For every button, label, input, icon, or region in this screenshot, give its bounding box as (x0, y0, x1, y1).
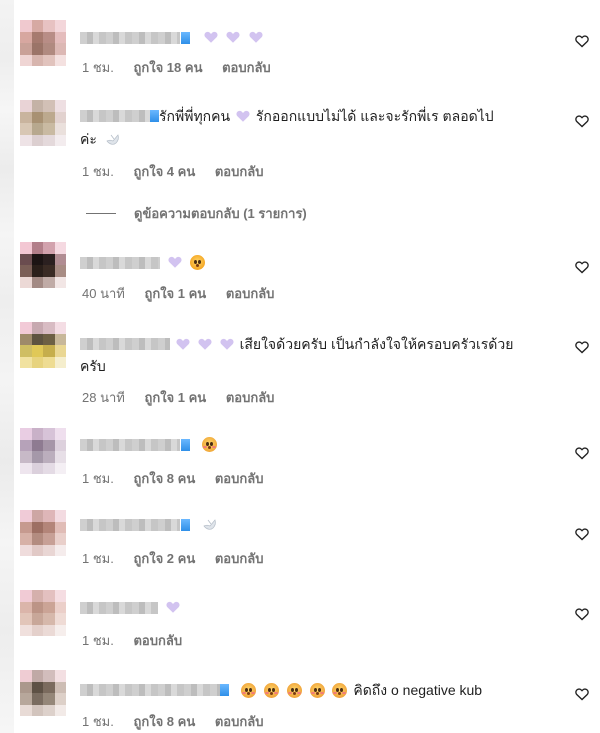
shocked-face-emoji (190, 255, 206, 270)
comment-meta: 1 ชม. ถูกใจ 18 คน ตอบกลับ (82, 57, 287, 78)
avatar[interactable] (20, 510, 66, 556)
flushed-face-emoji (202, 437, 217, 452)
reply-button[interactable]: ตอบกลับ (215, 164, 264, 179)
view-replies-label: ดูข้อความตอบกลับ (1 รายการ) (134, 205, 307, 221)
username[interactable] (80, 601, 182, 615)
purple-heart-emoji (168, 255, 182, 269)
username-blurred (80, 602, 158, 614)
username-blurred[interactable] (80, 684, 220, 696)
comment-time: 1 ชม. (82, 60, 114, 75)
comment-time: 1 ชม. (82, 164, 114, 179)
purple-heart-emoji (166, 600, 180, 614)
avatar[interactable] (20, 428, 66, 474)
purple-heart-emoji (176, 337, 190, 351)
verified-badge-icon (181, 32, 190, 44)
reply-button[interactable]: ตอบกลับ (226, 390, 275, 405)
comment-meta: 1 ชม. ตอบกลับ (82, 630, 198, 651)
pleading-face-emoji (309, 683, 325, 698)
username-blurred (80, 519, 180, 531)
username-blurred[interactable] (80, 110, 150, 122)
comment-text-part: รักพี่พี่ทุกคน (159, 108, 231, 124)
comment-text: คิดถึง o negative kub (80, 679, 482, 701)
purple-heart-emoji (198, 337, 212, 351)
purple-heart-emoji (236, 109, 250, 123)
avatar[interactable] (20, 670, 66, 716)
comment-time: 40 นาที (82, 286, 125, 301)
likes-count[interactable]: ถูกใจ 4 คน (133, 164, 195, 179)
avatar[interactable] (20, 100, 66, 146)
comment-text-part: รักออกแบบไม่ได้ และจะรักพี่เร ตลอดไป (255, 108, 494, 124)
reply-button[interactable]: ตอบกลับ (215, 471, 264, 486)
verified-badge-icon (220, 684, 229, 696)
username-blurred (80, 32, 180, 44)
verified-badge-icon (150, 110, 159, 122)
pleading-face-emoji (240, 683, 256, 698)
reply-button[interactable]: ตอบกลับ (222, 60, 271, 75)
heart-outline-icon[interactable] (574, 259, 590, 275)
comment-text-part: คิดถึง o negative kub (353, 682, 483, 698)
username-blurred (80, 439, 180, 451)
heart-outline-icon[interactable] (574, 113, 590, 129)
purple-heart-emoji (249, 30, 263, 44)
comment-text: รักพี่พี่ทุกคน รักออกแบบไม่ได้ และจะรักพ… (80, 105, 566, 150)
comment-text-part: เสียใจด้วยครับ เป็นกำลังใจให้ครอบครัวเรด… (239, 336, 514, 352)
comment-time: 1 ชม. (82, 551, 114, 566)
likes-count[interactable]: ถูกใจ 8 คน (133, 471, 195, 486)
pleading-face-emoji (263, 683, 279, 698)
avatar[interactable] (20, 590, 66, 636)
avatar[interactable] (20, 242, 66, 288)
reply-button[interactable]: ตอบกลับ (215, 551, 264, 566)
pleading-face-emoji (286, 683, 302, 698)
verified-badge-icon (181, 439, 190, 451)
heart-outline-icon[interactable] (574, 445, 590, 461)
comment-time: 28 นาที (82, 390, 125, 405)
username-blurred[interactable] (80, 338, 170, 350)
comment-meta: 28 นาที ถูกใจ 1 คน ตอบกลับ (82, 387, 290, 408)
purple-heart-emoji (204, 30, 218, 44)
username[interactable] (80, 31, 265, 45)
comment-meta: 1 ชม. ถูกใจ 2 คน ตอบกลับ (82, 548, 279, 569)
username[interactable] (80, 518, 218, 532)
dove-emoji (105, 132, 121, 146)
purple-heart-emoji (226, 30, 240, 44)
divider-line (86, 212, 116, 214)
comment-meta: 40 นาที ถูกใจ 1 คน ตอบกลับ (82, 283, 290, 304)
likes-count[interactable]: ถูกใจ 1 คน (144, 390, 206, 405)
comment-time: 1 ชม. (82, 633, 114, 648)
comment-text-part: ครับ (80, 358, 106, 374)
comment-meta: 1 ชม. ถูกใจ 8 คน ตอบกลับ (82, 711, 279, 732)
avatar[interactable] (20, 20, 66, 66)
likes-count[interactable]: ถูกใจ 2 คน (133, 551, 195, 566)
likes-count[interactable]: ถูกใจ 1 คน (144, 286, 206, 301)
reply-button[interactable]: ตอบกลับ (226, 286, 275, 301)
comment-time: 1 ชม. (82, 714, 114, 729)
username[interactable] (80, 255, 207, 270)
verified-badge-icon (181, 519, 190, 531)
likes-count[interactable]: ถูกใจ 18 คน (133, 60, 202, 75)
left-edge-strip (0, 0, 14, 733)
comment-meta: 1 ชม. ถูกใจ 8 คน ตอบกลับ (82, 468, 279, 489)
likes-count[interactable]: ถูกใจ 8 คน (133, 714, 195, 729)
comment-text: เสียใจด้วยครับ เป็นกำลังใจให้ครอบครัวเรด… (80, 333, 566, 377)
view-replies-button[interactable]: ดูข้อความตอบกลับ (1 รายการ) (86, 205, 307, 221)
comment-time: 1 ชม. (82, 471, 114, 486)
pleading-face-emoji (332, 683, 348, 698)
comment-meta: 1 ชม. ถูกใจ 4 คน ตอบกลับ (82, 161, 279, 182)
heart-outline-icon[interactable] (574, 33, 590, 49)
username[interactable] (80, 437, 219, 452)
heart-outline-icon[interactable] (574, 686, 590, 702)
reply-button[interactable]: ตอบกลับ (133, 633, 182, 648)
avatar[interactable] (20, 322, 66, 368)
reply-button[interactable]: ตอบกลับ (215, 714, 264, 729)
comment-text-part: ค่ะ (80, 131, 97, 147)
username-blurred (80, 257, 160, 269)
heart-outline-icon[interactable] (574, 339, 590, 355)
purple-heart-emoji (220, 337, 234, 351)
heart-outline-icon[interactable] (574, 606, 590, 622)
dove-emoji (202, 517, 218, 531)
heart-outline-icon[interactable] (574, 526, 590, 542)
